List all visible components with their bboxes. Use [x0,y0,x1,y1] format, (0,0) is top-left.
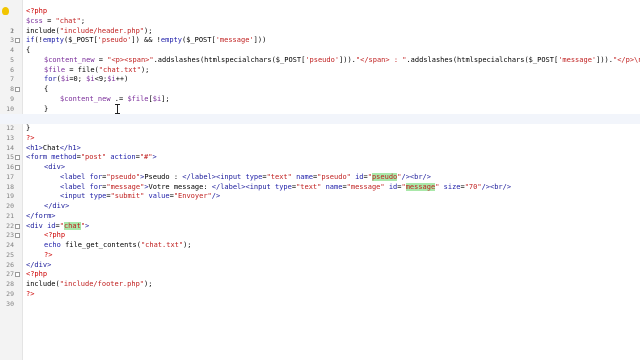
code-text: <h1>Chat</h1> [26,143,81,152]
fold-toggle-icon[interactable] [15,38,20,44]
code-line[interactable]: 17 <div> [0,163,640,181]
code-text: <label for="pseudo">Pseudo : </label><in… [60,172,431,181]
code-lines[interactable]: 1 <?php 2 $css = "chat"; 3 include("incl… [0,7,640,308]
code-editor[interactable]: 1 <?php 2 $css = "chat"; 3 include("incl… [0,0,640,360]
code-line[interactable]: 15 <h1>Chat</h1> [0,143,640,162]
code-text: <div id="chat"> [26,221,90,230]
code-text: include("include/header.php"); [26,26,153,35]
code-line[interactable]: 19 <label for="message">Votre message: <… [0,182,640,200]
code-text: </form> [26,211,56,220]
code-line[interactable]: 26 ?> [0,250,640,269]
code-line[interactable]: 7 $file = file("chat.txt"); [0,65,640,84]
fold-toggle-icon[interactable] [15,223,20,229]
code-line[interactable]: 9 { [0,85,640,103]
code-line[interactable]: 6 $content_new = "<p><span>".addslashes(… [0,55,640,74]
match-highlight: pseudo [371,172,398,181]
fold-toggle-icon[interactable] [15,272,20,278]
match-highlight: message [405,182,436,191]
code-text: ?> [44,250,53,259]
fold-toggle-icon[interactable] [15,155,20,161]
code-line[interactable]: 29 include("include/footer.php"); [0,280,640,298]
code-line[interactable]: 2 $css = "chat"; [0,16,640,35]
code-line[interactable]: 24 <?php [0,231,640,249]
code-text: ?> [26,289,35,298]
code-text: </div> [26,260,52,269]
code-text: </div> [44,202,70,210]
code-line[interactable]: 30 ?> [0,289,640,308]
code-line[interactable]: 18 <label for="pseudo">Pseudo : </label>… [0,172,640,191]
fold-toggle-icon[interactable] [15,87,20,92]
code-line[interactable]: 11 } [0,104,640,123]
fold-toggle-icon[interactable] [15,165,20,170]
code-text: include("include/footer.php"); [26,280,153,288]
code-text: <?php [44,231,66,240]
code-line[interactable]: 1 <?php [0,7,640,35]
code-line[interactable]: 27 </div> [0,260,640,279]
code-line[interactable]: 23 <div id="chat"> [0,221,640,239]
code-text: <?php [26,7,48,15]
code-line[interactable]: 13 } [0,124,640,142]
code-line[interactable]: 10 $content_new .= $file[$i]; [0,95,640,113]
code-line[interactable]: 4 if(!empty($_POST['pseudo']) && !empty(… [0,36,640,54]
code-text: $css = "chat"; [26,16,86,25]
code-text: ?> [26,133,35,142]
code-text: } [26,124,31,132]
code-text: <input type="submit" value="Envoyer"/> [60,192,221,201]
code-text: $file = file("chat.txt"); [44,65,150,74]
code-text: { [44,85,49,93]
code-line[interactable]: 3 include("include/header.php"); [0,26,640,45]
code-text: <form method="post" action="#"> [26,153,157,162]
match-highlight: chat [63,221,81,230]
code-line[interactable]: 20 <input type="submit" value="Envoyer"/… [0,192,640,210]
code-line[interactable]: 8 for($i=0; $i<9;$i++) [0,75,640,93]
code-text: for($i=0; $i<9;$i++) [44,75,129,84]
code-line[interactable]: 5 { [0,46,640,64]
text-cursor-icon [115,104,120,114]
code-text: if(!empty($_POST['pseudo']) && !empty($_… [26,36,267,45]
code-text: echo file_get_contents("chat.txt"); [44,241,192,249]
code-line[interactable]: 25 echo file_get_contents("chat.txt"); [0,241,640,259]
code-line[interactable]: 21 </div> [0,202,640,220]
code-text: $content_new = "<p><span>".addslashes(ht… [44,55,640,64]
line-number: 30 [6,299,14,308]
code-text: <?php [26,270,48,279]
code-text: <div> [44,163,66,171]
code-line[interactable]: 14 ?> [0,133,640,152]
code-text: } [44,104,49,113]
code-line[interactable]: 22 </form> [0,211,640,230]
code-line[interactable]: 28 <?php [0,270,640,288]
fold-toggle-icon[interactable] [15,233,20,239]
warning-bulb-icon[interactable] [2,7,9,15]
code-line[interactable]: 16 <form method="post" action="#"> [0,153,640,171]
code-text: { [26,46,31,54]
current-code-line[interactable]: 12 [0,114,640,132]
code-text: <label for="message">Votre message: </la… [60,182,512,191]
